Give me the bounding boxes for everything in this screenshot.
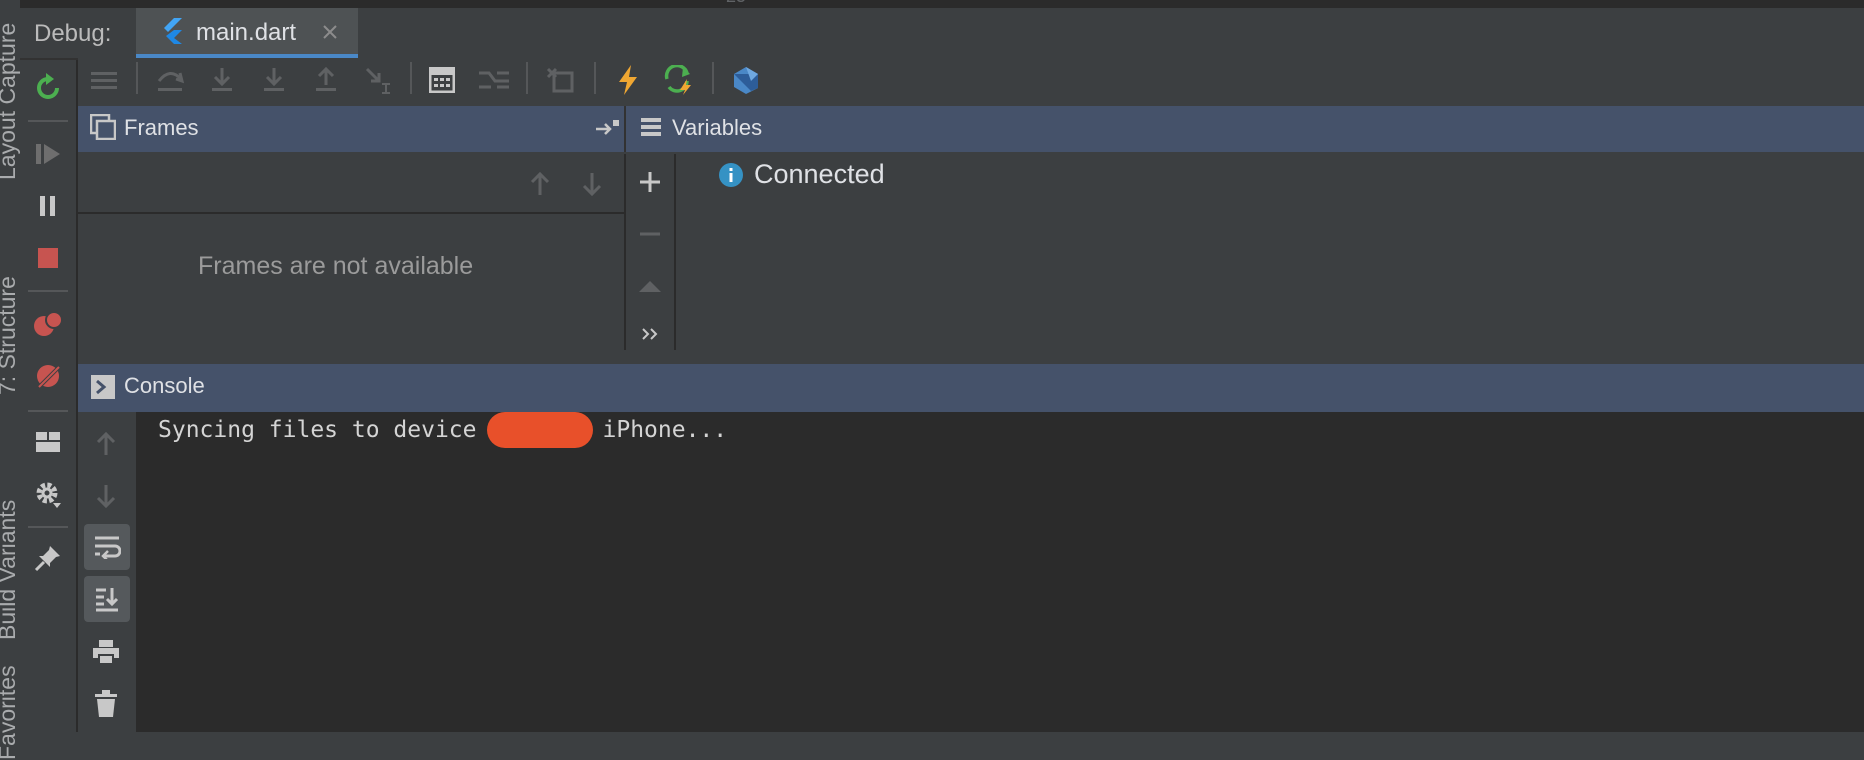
tool-window-layout-capture[interactable]: Layout Capture	[0, 23, 21, 180]
step-out-icon[interactable]	[306, 60, 346, 100]
settings-icon[interactable]	[30, 476, 66, 512]
variables-icon	[636, 112, 666, 142]
tool-window-build-variants[interactable]: Build Variants	[0, 500, 21, 640]
scroll-up-icon[interactable]	[90, 428, 122, 460]
redacted-device-name	[486, 412, 593, 448]
step-over-icon[interactable]	[150, 60, 190, 100]
separator	[28, 410, 68, 412]
print-icon[interactable]	[90, 636, 122, 668]
hot-restart-icon[interactable]	[660, 60, 700, 100]
move-up-icon[interactable]	[634, 270, 666, 302]
variables-header	[626, 106, 1864, 152]
connection-status: Connected	[754, 159, 885, 189]
separator	[136, 62, 138, 94]
editor-edge	[20, 0, 1864, 8]
scroll-to-end-icon[interactable]	[84, 576, 130, 622]
debug-label: Debug:	[34, 20, 112, 47]
more-icon[interactable]	[634, 318, 666, 350]
force-step-into-icon[interactable]	[254, 60, 294, 100]
scroll-down-icon[interactable]	[90, 480, 122, 512]
rerun-icon[interactable]	[30, 70, 66, 106]
separator	[712, 62, 714, 94]
editor-gutter-number: 25	[726, 0, 746, 7]
flutter-icon	[160, 18, 184, 44]
console-output[interactable]	[138, 412, 1864, 732]
pause-icon[interactable]	[30, 188, 66, 224]
tab-label: main.dart	[196, 19, 297, 46]
tool-window-structure[interactable]: 7: Structure	[0, 276, 21, 395]
console-header	[78, 364, 1864, 412]
pin-icon[interactable]	[30, 540, 66, 576]
frames-title: Frames	[124, 115, 199, 140]
console-toolbar	[78, 412, 138, 732]
resume-icon[interactable]	[30, 136, 66, 172]
add-watch-icon[interactable]	[634, 166, 666, 198]
separator	[526, 62, 528, 94]
next-frame-icon[interactable]	[576, 168, 608, 200]
mute-breakpoints-icon[interactable]	[30, 358, 66, 394]
show-execution-point-icon[interactable]	[84, 60, 124, 100]
frames-divider	[78, 212, 624, 214]
variables-title: Variables	[672, 115, 763, 140]
frames-empty-message: Frames are not available	[198, 252, 474, 280]
close-icon[interactable]	[320, 22, 340, 42]
step-into-icon[interactable]	[202, 60, 242, 100]
tool-window-favorites[interactable]: Favorites	[0, 665, 21, 760]
soft-wrap-icon[interactable]	[84, 524, 130, 570]
remove-watch-icon[interactable]	[634, 218, 666, 250]
tab-main-dart[interactable]: main.dart	[136, 8, 358, 58]
console-line-prefix: Syncing files to device	[158, 417, 477, 443]
frames-icon	[88, 112, 118, 142]
stop-icon[interactable]	[30, 240, 66, 276]
separator	[410, 62, 412, 94]
console-icon	[88, 372, 118, 402]
separator	[28, 526, 68, 528]
layout-icon[interactable]	[30, 424, 66, 460]
drop-frame-icon[interactable]	[540, 60, 580, 100]
console-line-suffix: iPhone...	[602, 417, 728, 443]
console-title: Console	[124, 373, 205, 398]
open-devtools-icon[interactable]	[726, 60, 766, 100]
previous-frame-icon[interactable]	[524, 168, 556, 200]
restore-layout-icon[interactable]	[592, 112, 622, 142]
run-to-cursor-icon[interactable]	[358, 60, 398, 100]
console-line: Syncing files to device iPhone...	[158, 412, 728, 448]
clear-all-icon[interactable]	[90, 688, 122, 720]
info-icon	[718, 162, 744, 188]
separator	[28, 120, 68, 122]
hot-reload-icon[interactable]	[608, 60, 648, 100]
trace-current-stream-icon[interactable]	[474, 60, 514, 100]
evaluate-expression-icon[interactable]	[422, 60, 462, 100]
separator	[28, 290, 68, 292]
separator	[594, 62, 596, 94]
view-breakpoints-icon[interactable]	[30, 306, 66, 342]
